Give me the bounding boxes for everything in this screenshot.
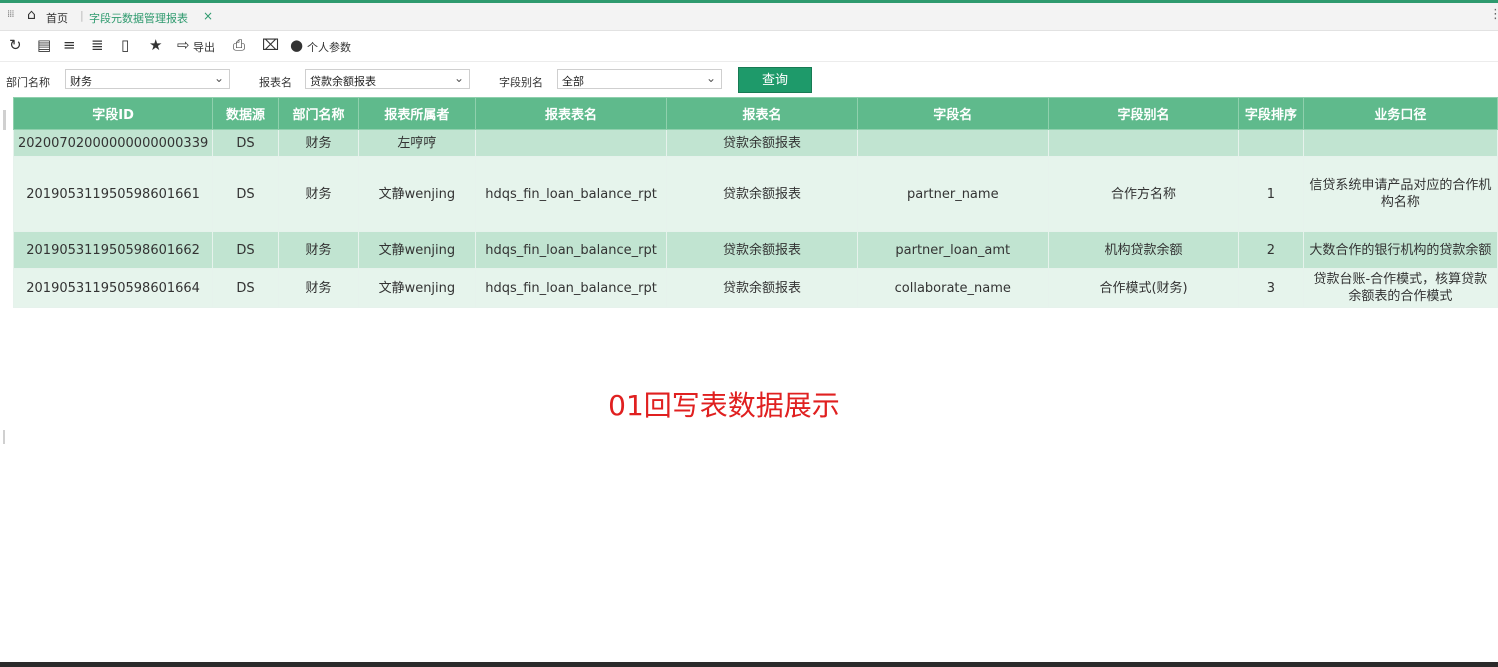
alias-select-value: 全部 — [562, 75, 584, 88]
cell-business-def — [1302, 129, 1498, 157]
cell-dept: 财务 — [277, 231, 360, 269]
table-row[interactable]: 20190531195059860166​1 DS 财务 文静wenjing h… — [12, 156, 1498, 232]
cell-table-name — [474, 129, 668, 157]
tab-active-report[interactable]: 字段元数据管理报表 — [89, 10, 188, 26]
bottom-bar — [0, 662, 1498, 667]
cell-table-name: hdqs_fin_loan_balance_rpt — [474, 268, 668, 308]
tab-separator: | — [80, 9, 84, 22]
cell-dept: 财务 — [277, 268, 360, 308]
cell-owner: 左哼哼 — [358, 129, 476, 157]
table-row[interactable]: 20190531195059860166​4 DS 财务 文静wenjing h… — [12, 268, 1498, 308]
col-header-table-name[interactable]: 报表表名 — [474, 97, 668, 130]
cell-table-name: hdqs_fin_loan_balance_rpt — [474, 231, 668, 269]
refresh-icon[interactable]: ↻ — [9, 36, 22, 54]
alias-label: 字段别名 — [499, 76, 543, 89]
cell-dept: 财务 — [277, 156, 360, 232]
overlay-caption: 01回写表数据展示 — [608, 389, 840, 422]
dept-select-value: 财务 — [70, 75, 92, 88]
cell-field-order — [1238, 129, 1304, 157]
cell-report-name: 贷款余额报表 — [666, 156, 858, 232]
cell-owner: 文静wenjing — [358, 231, 476, 269]
col-header-report-name[interactable]: 报表名 — [666, 97, 858, 130]
cell-business-def: 信贷系统申请产品对应的合作机构名称 — [1302, 156, 1498, 232]
tab-home[interactable]: 首页 — [46, 10, 68, 26]
col-header-field-alias[interactable]: 字段别名 — [1047, 97, 1240, 130]
save-icon[interactable]: ▤ — [37, 36, 51, 54]
cell-field-name: collaborate_name — [856, 268, 1049, 308]
dept-select[interactable]: 财务 ⌄ — [65, 69, 230, 89]
cell-report-name: 贷款余额报表 — [666, 129, 858, 157]
col-header-field-order[interactable]: 字段排序 — [1238, 97, 1304, 130]
cell-dept: 财务 — [277, 129, 360, 157]
col-header-dept[interactable]: 部门名称 — [277, 97, 360, 130]
cell-datasource: DS — [212, 156, 279, 232]
cell-datasource: DS — [212, 231, 279, 269]
query-button[interactable]: 查询 — [738, 67, 812, 93]
table-header-row: 字段ID 数据源 部门名称 报表所属者 报表表名 报表名 字段名 字段别名 字段… — [12, 97, 1498, 130]
collapse-icon[interactable]: ≣ — [91, 36, 104, 54]
cell-field-order: 2 — [1238, 231, 1304, 269]
grid-menu-icon[interactable]: ⁞⁞⁞ — [7, 9, 14, 20]
delete-icon[interactable]: ▯ — [121, 36, 129, 54]
report-label: 报表名 — [259, 76, 292, 89]
chevron-down-icon: ⌄ — [453, 71, 464, 85]
star-icon[interactable]: ★ — [149, 36, 162, 54]
cell-field-name: partner_loan_amt — [856, 231, 1049, 269]
cell-field-alias — [1047, 129, 1240, 157]
cell-field-alias: 合作模式(财务) — [1047, 268, 1240, 308]
home-icon[interactable]: ⌂ — [27, 7, 36, 23]
personal-params-label[interactable]: 个人参数 — [307, 39, 351, 55]
cell-field-name — [856, 129, 1049, 157]
chevron-down-icon: ⌄ — [213, 71, 224, 85]
dept-label: 部门名称 — [6, 76, 50, 89]
col-header-field-name[interactable]: 字段名 — [856, 97, 1049, 130]
left-resize-handle[interactable] — [3, 430, 5, 444]
cell-field-name: partner_name — [856, 156, 1049, 232]
expand-icon[interactable]: ≡ — [63, 36, 76, 54]
cell-datasource: DS — [212, 268, 279, 308]
cell-field-alias: 机构贷款余额 — [1047, 231, 1240, 269]
cell-report-name: 贷款余额报表 — [666, 268, 858, 308]
col-header-owner[interactable]: 报表所属者 — [358, 97, 476, 130]
table-row[interactable]: 20200702000000000000339 DS 财务 左哼哼 贷款余额报表 — [12, 129, 1498, 157]
close-tab-icon[interactable]: × — [203, 9, 213, 23]
cell-field-id: 20200702000000000000339 — [12, 129, 214, 157]
cell-field-alias: 合作方名称 — [1047, 156, 1240, 232]
export-icon[interactable]: ⇨ — [177, 36, 190, 54]
excel-icon[interactable]: ⌧ — [262, 36, 279, 54]
col-header-business-def[interactable]: 业务口径 — [1302, 97, 1498, 130]
print-icon[interactable]: ⎙ — [233, 36, 245, 54]
cell-business-def: 大数合作的银行机构的贷款余额 — [1302, 231, 1498, 269]
col-header-field-id[interactable]: 字段ID — [12, 97, 214, 130]
chevron-down-icon: ⌄ — [705, 71, 716, 85]
cell-field-id: 20190531195059860166​1 — [12, 156, 214, 232]
cell-owner: 文静wenjing — [358, 268, 476, 308]
cell-field-id: 20190531195059860166​4 — [12, 268, 214, 308]
report-select[interactable]: 贷款余额报表 ⌄ — [305, 69, 470, 89]
cell-report-name: 贷款余额报表 — [666, 231, 858, 269]
left-scroll-marker — [3, 110, 6, 130]
more-options-icon[interactable]: ⋮ — [1489, 7, 1498, 22]
cell-field-order: 3 — [1238, 268, 1304, 308]
export-label[interactable]: 导出 — [193, 39, 215, 55]
table-row[interactable]: 20190531195059860166​2 DS 财务 文静wenjing h… — [12, 231, 1498, 269]
cell-field-id: 20190531195059860166​2 — [12, 231, 214, 269]
toolbar: ↻ ▤ ≡ ≣ ▯ ★ ⇨ 导出 ⎙ ⌧ ● 个人参数 — [0, 31, 1498, 62]
user-settings-icon[interactable]: ● — [290, 36, 303, 54]
report-select-value: 贷款余额报表 — [310, 75, 376, 88]
cell-datasource: DS — [212, 129, 279, 157]
cell-owner: 文静wenjing — [358, 156, 476, 232]
tab-bar: ⁞⁞⁞ ⌂ 首页 | 字段元数据管理报表 × ⋮ — [0, 3, 1498, 31]
cell-table-name: hdqs_fin_loan_balance_rpt — [474, 156, 668, 232]
data-table: 字段ID 数据源 部门名称 报表所属者 报表表名 报表名 字段名 字段别名 字段… — [12, 97, 1498, 308]
col-header-datasource[interactable]: 数据源 — [212, 97, 279, 130]
cell-field-order: 1 — [1238, 156, 1304, 232]
cell-business-def: 贷款台账-合作模式，核算贷款余额表的合作模式 — [1302, 268, 1498, 308]
alias-select[interactable]: 全部 ⌄ — [557, 69, 722, 89]
